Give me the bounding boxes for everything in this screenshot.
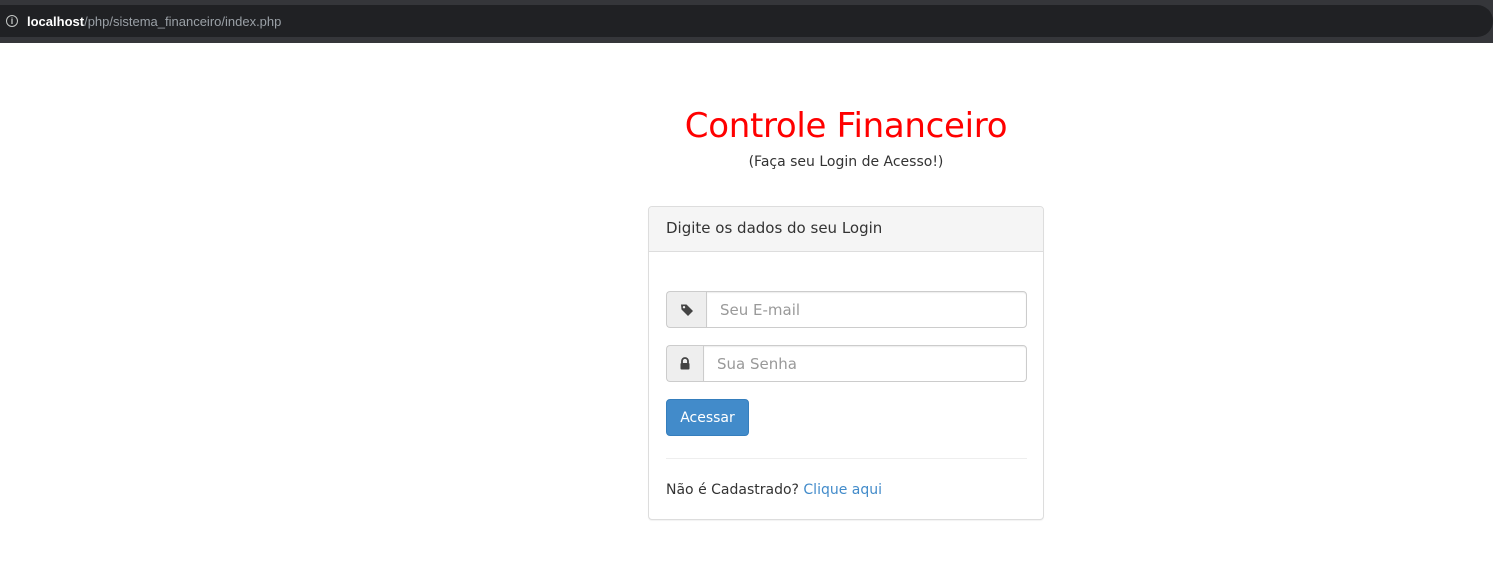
page-content: Controle Financeiro (Faça seu Login de A…: [0, 43, 1493, 576]
email-input-group: [666, 291, 1027, 328]
browser-address-bar: i localhost/php/sistema_financeiro/index…: [0, 0, 1493, 43]
page-subtitle: (Faça seu Login de Acesso!): [748, 154, 944, 170]
lock-icon: [666, 345, 703, 382]
password-input[interactable]: [703, 345, 1027, 382]
tag-icon: [666, 291, 706, 328]
url-field[interactable]: i localhost/php/sistema_financeiro/index…: [0, 5, 1493, 37]
url-path: /php/sistema_financeiro/index.php: [84, 13, 282, 29]
divider: [666, 458, 1027, 459]
info-icon[interactable]: i: [6, 15, 18, 27]
register-link[interactable]: Clique aqui: [803, 482, 882, 498]
register-text: Não é Cadastrado?: [666, 482, 799, 498]
acessar-button[interactable]: Acessar: [666, 399, 749, 436]
panel-heading: Digite os dados do seu Login: [649, 207, 1043, 252]
email-input[interactable]: [706, 291, 1027, 328]
url-host: localhost: [27, 13, 85, 29]
page-title: Controle Financeiro: [684, 106, 1008, 146]
password-input-group: [666, 345, 1027, 382]
register-prompt: Não é Cadastrado? Clique aqui: [666, 482, 882, 498]
login-panel: Digite os dados do seu Login Acessar: [648, 206, 1044, 520]
